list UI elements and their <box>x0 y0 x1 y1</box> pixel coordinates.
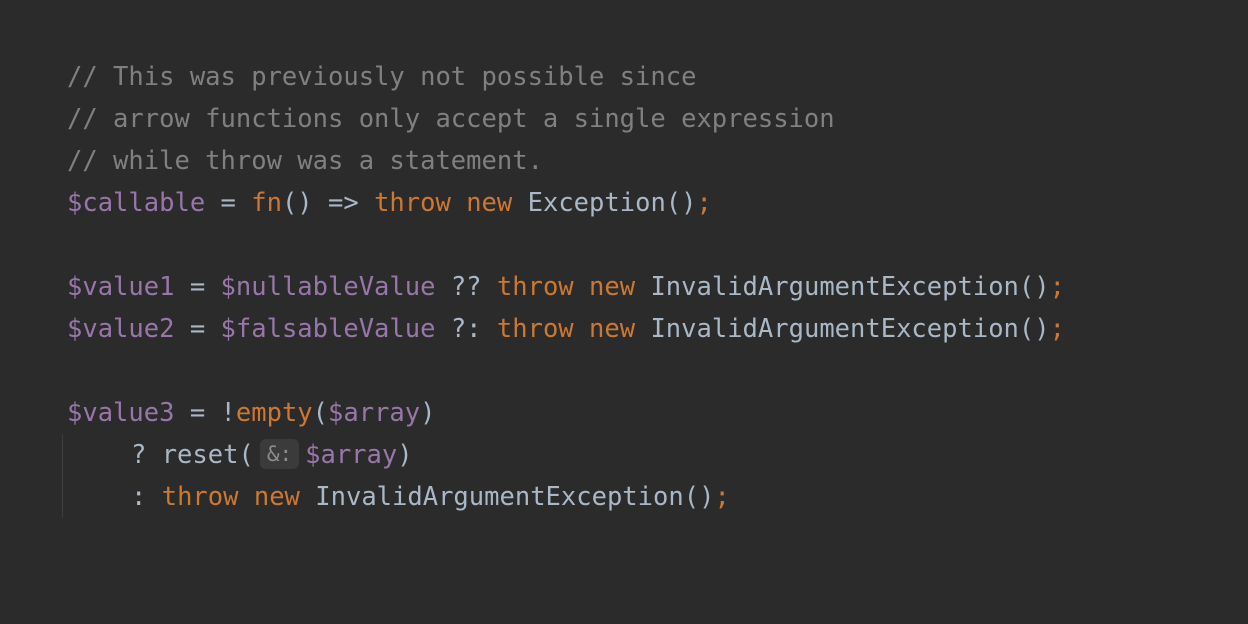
keyword-throw: throw <box>374 188 451 218</box>
class-name: InvalidArgumentException() <box>315 482 715 512</box>
comment: // This was previously not possible sinc… <box>67 62 697 92</box>
keyword-new: new <box>253 482 300 512</box>
variable: $callable <box>67 188 206 218</box>
semicolon: ; <box>714 482 730 512</box>
comment: // arrow functions only accept a single … <box>67 104 835 134</box>
semicolon: ; <box>696 188 712 218</box>
variable: $falsableValue <box>220 314 436 344</box>
operator: = <box>205 188 252 218</box>
punctuation: ) <box>420 398 436 428</box>
operator: ?? <box>435 272 497 302</box>
keyword-new: new <box>589 272 636 302</box>
semicolon: ; <box>1049 314 1065 344</box>
operator: ?: <box>435 314 497 344</box>
variable: $array <box>328 398 421 428</box>
operator: = <box>174 314 221 344</box>
variable: $value2 <box>67 314 175 344</box>
class-name: Exception() <box>527 188 697 218</box>
semicolon: ; <box>1049 272 1065 302</box>
keyword-new: new <box>589 314 636 344</box>
code-line-7: $value2 = $falsableValue ?: throw new In… <box>67 308 1248 350</box>
keyword-throw: throw <box>496 314 574 344</box>
code-line-1: // This was previously not possible sinc… <box>67 56 1248 98</box>
parameter-hint: &: <box>259 439 300 469</box>
punctuation: () => <box>281 188 375 218</box>
keyword-throw: throw <box>496 272 574 302</box>
code-line-11: : throw new InvalidArgumentException(); <box>67 476 1248 518</box>
code-editor[interactable]: // This was previously not possible sinc… <box>0 0 1248 624</box>
indent-guide <box>62 434 63 518</box>
class-name: InvalidArgumentException() <box>650 314 1050 344</box>
variable: $value3 <box>67 398 175 428</box>
variable: $nullableValue <box>220 272 436 302</box>
code-line-10: ? reset(&: $array) <box>67 434 1248 476</box>
code-line-6: $value1 = $nullableValue ?? throw new In… <box>67 266 1248 308</box>
operator: = ! <box>174 398 236 428</box>
punctuation: ( <box>312 398 329 428</box>
variable: $array <box>305 440 398 470</box>
code-line-9: $value3 = !empty($array) <box>67 392 1248 434</box>
punctuation: ) <box>397 440 413 470</box>
comment: // while throw was a statement. <box>67 146 543 176</box>
code-line-3: // while throw was a statement. <box>67 140 1248 182</box>
function-name: empty <box>235 398 313 428</box>
variable: $value1 <box>67 272 175 302</box>
keyword-new: new <box>466 188 513 218</box>
code-line-2: // arrow functions only accept a single … <box>67 98 1248 140</box>
code-line-4: $callable = fn() => throw new Exception(… <box>67 182 1248 224</box>
operator: = <box>174 272 221 302</box>
ternary-else: : <box>131 482 162 512</box>
function-keyword: fn <box>251 188 282 218</box>
ternary-reset-call: ? reset( <box>131 440 254 470</box>
class-name: InvalidArgumentException() <box>650 272 1050 302</box>
keyword-throw: throw <box>161 482 239 512</box>
